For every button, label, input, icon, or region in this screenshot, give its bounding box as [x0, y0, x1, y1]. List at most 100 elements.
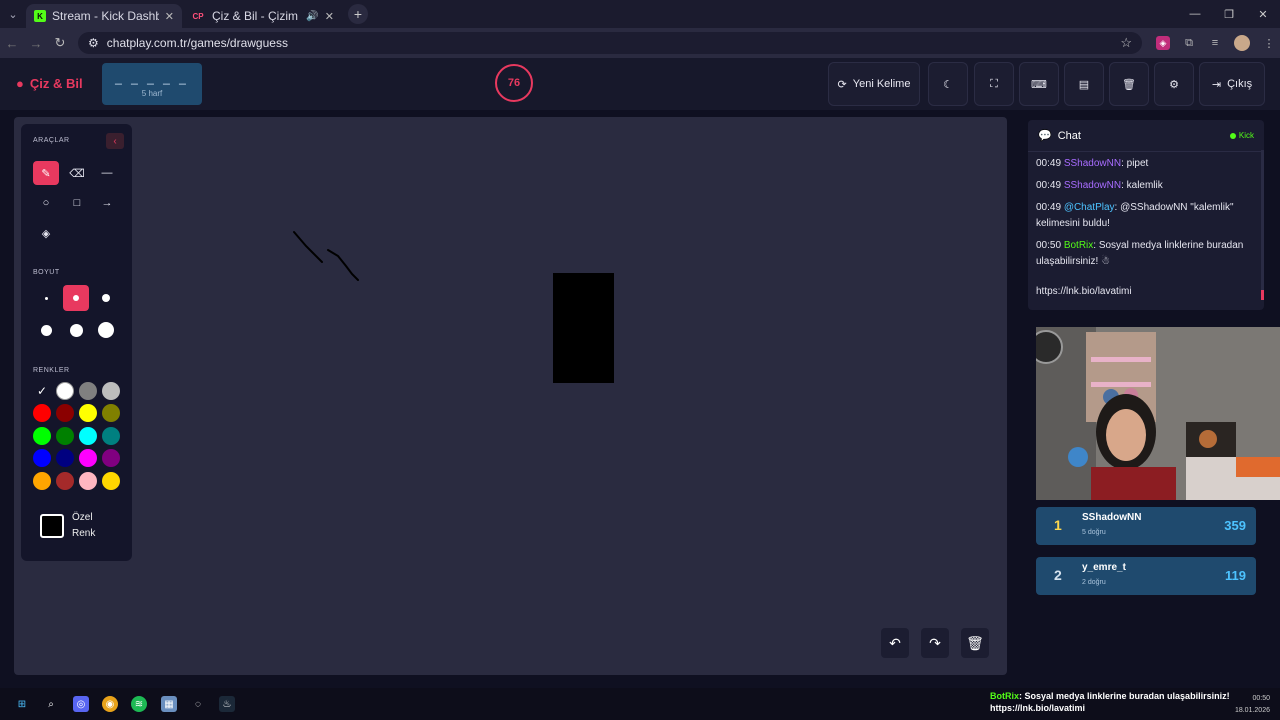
circle-tool-button[interactable]: ○: [33, 191, 59, 215]
custom-color-picker[interactable]: [40, 514, 64, 538]
player-name: y_emre_t: [1082, 562, 1126, 573]
rectangle-tool-button[interactable]: □: [64, 191, 90, 215]
color-swatch[interactable]: [79, 449, 97, 467]
color-swatch[interactable]: [79, 404, 97, 422]
message-text[interactable]: https://lnk.bio/lavatimi: [1036, 286, 1132, 297]
webcam-image: [1036, 327, 1280, 500]
pen-tool-button[interactable]: ✎: [33, 161, 59, 185]
color-swatch[interactable]: [33, 404, 51, 422]
player-score: 119: [1225, 568, 1246, 583]
message-time: 00:49: [1036, 202, 1062, 213]
color-swatch[interactable]: [56, 472, 74, 490]
filled-rectangle-shape: [553, 273, 614, 383]
message-username[interactable]: SShadowNN: [1064, 158, 1121, 169]
redo-button[interactable]: ↷: [921, 628, 949, 658]
message-time: 00:49: [1036, 180, 1062, 191]
message-username[interactable]: BotRix: [1064, 240, 1093, 251]
color-swatch[interactable]: [79, 472, 97, 490]
obs-icon[interactable]: ◌: [190, 696, 206, 712]
overlay-user: BotRix: [990, 691, 1019, 701]
undo-button[interactable]: ↶: [881, 628, 909, 658]
arrow-right-icon: →: [101, 197, 113, 209]
chat-message-list: 00:49 SShadowNN: pipet 00:49 SShadowNN: k…: [1028, 152, 1264, 310]
chat-message: 00:49 SShadowNN: kalemlik: [1036, 178, 1256, 194]
message-text: : pipet: [1121, 158, 1149, 169]
windows-start-icon[interactable]: ⊞: [14, 696, 30, 712]
steam-icon[interactable]: ♨: [219, 696, 235, 712]
size-option-4[interactable]: [33, 317, 59, 343]
app-icon[interactable]: ▦: [161, 696, 177, 712]
status-dot-icon: [1229, 132, 1236, 139]
color-swatch[interactable]: [33, 427, 51, 445]
line-icon: —: [101, 167, 113, 179]
size-option-3[interactable]: [93, 285, 119, 311]
chat-message: 00:50 BotRix: Sosyal medya linklerine bu…: [1036, 238, 1256, 270]
chat-bubble-icon: 💬: [1038, 130, 1052, 142]
rank-number: 2: [1054, 567, 1062, 583]
clock-time: 00:50: [1252, 695, 1270, 702]
size-option-2[interactable]: [63, 285, 89, 311]
message-time: 00:50: [1036, 240, 1062, 251]
color-swatch[interactable]: [33, 449, 51, 467]
color-swatch[interactable]: [102, 382, 120, 400]
chat-scrollbar[interactable]: [1261, 150, 1264, 300]
check-icon: ✓: [36, 384, 48, 398]
overlay-link: https://lnk.bio/lavatimi: [990, 703, 1086, 713]
platform-label: Kick: [1238, 131, 1254, 140]
colors-heading: RENKLER: [33, 367, 70, 374]
chat-overlay: BotRix: Sosyal medya linklerine buradan …: [990, 690, 1230, 714]
chat-message: 00:49 SShadowNN: pipet: [1036, 156, 1256, 172]
trash-icon: 🗑: [966, 634, 984, 651]
leaderboard-row: 2 y_emre_t 2 doğru 119: [1036, 557, 1256, 595]
undo-icon: ↶: [889, 634, 901, 651]
message-time: 00:49: [1036, 158, 1062, 169]
correct-count: 2 doğru: [1082, 579, 1106, 586]
paint-bucket-icon: ◈: [41, 227, 51, 240]
search-icon[interactable]: ⌕: [43, 696, 59, 712]
message-text: : kalemlik: [1121, 180, 1163, 191]
chat-panel: 💬 Chat Kick 00:49 SShadowNN: pipet 00:49 …: [1028, 120, 1264, 310]
size-option-5[interactable]: [63, 317, 89, 343]
color-swatch[interactable]: [56, 427, 74, 445]
brush-stroke: [293, 231, 323, 263]
line-tool-button[interactable]: —: [94, 161, 120, 185]
size-heading: BOYUT: [33, 269, 60, 276]
color-swatch[interactable]: [102, 472, 120, 490]
circle-icon: ○: [42, 197, 50, 209]
redo-icon: ↷: [929, 634, 941, 651]
color-swatch[interactable]: [79, 382, 97, 400]
spotify-icon[interactable]: ≋: [131, 696, 147, 712]
webcam-video: [1036, 327, 1280, 500]
chevron-left-icon: ‹: [113, 135, 117, 147]
color-swatch[interactable]: [102, 449, 120, 467]
message-username[interactable]: @ChatPlay: [1064, 202, 1115, 213]
fill-tool-button[interactable]: ◈: [33, 221, 59, 245]
color-swatch[interactable]: [56, 382, 74, 400]
message-username[interactable]: SShadowNN: [1064, 180, 1121, 191]
chat-message: 00:49 @ChatPlay: @SShadowNN "kalemlik" k…: [1036, 200, 1256, 232]
color-swatch[interactable]: [79, 427, 97, 445]
color-swatch[interactable]: [102, 427, 120, 445]
rank-number: 1: [1054, 517, 1062, 533]
color-swatch[interactable]: [102, 404, 120, 422]
color-swatch[interactable]: [33, 472, 51, 490]
tools-heading: ARAÇLAR: [33, 137, 70, 144]
eraser-icon: ⌫: [69, 167, 85, 180]
size-option-1[interactable]: [33, 285, 59, 311]
color-swatch[interactable]: [56, 404, 74, 422]
chrome-icon[interactable]: ◉: [102, 696, 118, 712]
collapse-toolbox-button[interactable]: ‹: [106, 133, 124, 149]
chat-message: https://lnk.bio/lavatimi: [1036, 284, 1256, 300]
platform-badge: Kick: [1229, 131, 1254, 140]
chat-header: 💬 Chat Kick: [1028, 120, 1264, 152]
correct-count: 5 doğru: [1082, 529, 1106, 536]
size-option-6[interactable]: [93, 317, 119, 343]
eraser-tool-button[interactable]: ⌫: [64, 161, 90, 185]
color-swatch[interactable]: ✓: [33, 382, 51, 400]
chat-title: Chat: [1057, 129, 1081, 142]
color-swatch[interactable]: [56, 449, 74, 467]
clear-canvas-button[interactable]: 🗑: [961, 628, 989, 658]
discord-icon[interactable]: ◎: [73, 696, 89, 712]
player-name: SShadowNN: [1082, 512, 1142, 523]
arrow-tool-button[interactable]: →: [94, 191, 120, 215]
